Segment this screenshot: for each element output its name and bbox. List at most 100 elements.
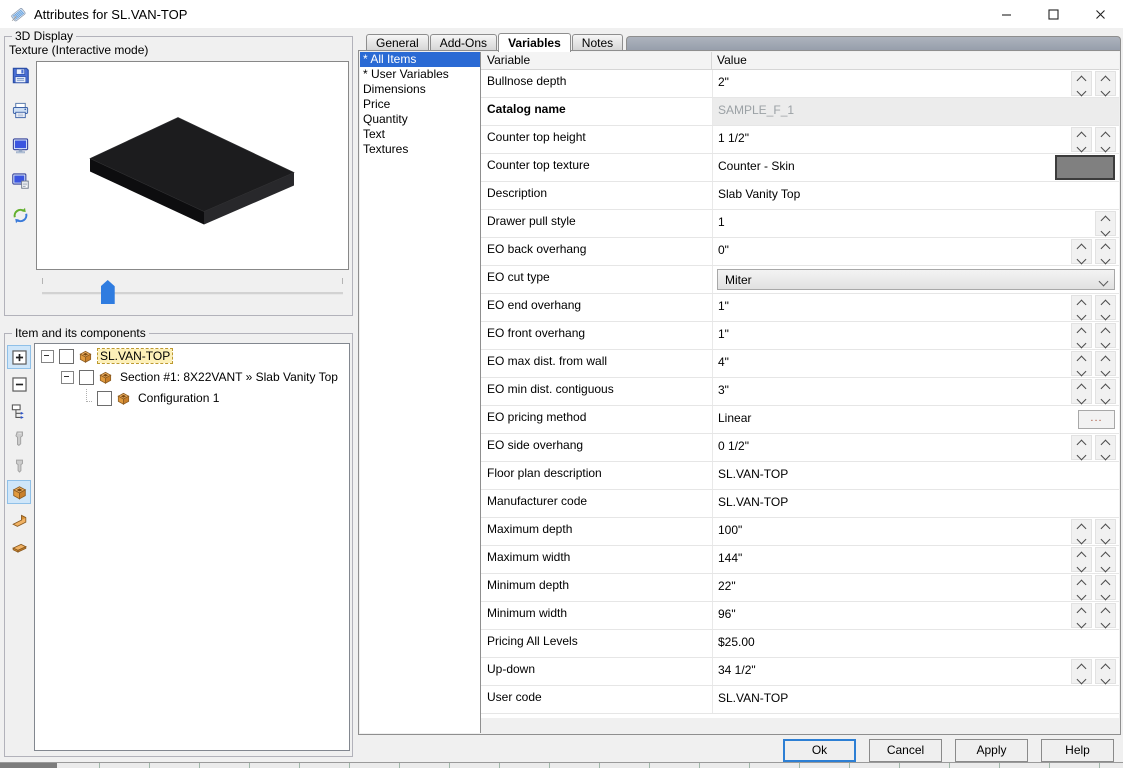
tree-checkbox[interactable] [59, 349, 74, 364]
stepper[interactable] [1095, 547, 1116, 572]
tree-node[interactable]: SL.VAN-TOP [35, 347, 349, 365]
stepper[interactable] [1071, 239, 1092, 264]
variable-name: Maximum depth [487, 522, 572, 536]
tab-general[interactable]: General [366, 34, 429, 51]
flat-panel-button[interactable] [7, 534, 31, 558]
value-field[interactable]: 144" [718, 551, 742, 565]
stepper[interactable] [1095, 295, 1116, 320]
stepper[interactable] [1071, 71, 1092, 96]
value-field[interactable]: 0" [718, 243, 729, 257]
stepper[interactable] [1095, 239, 1116, 264]
cube-button[interactable] [7, 480, 31, 504]
value-field[interactable]: SL.VAN-TOP [718, 495, 788, 509]
stepper[interactable] [1095, 659, 1116, 684]
tree-node-label[interactable]: Configuration 1 [136, 391, 221, 405]
bent-panel-button[interactable] [7, 507, 31, 531]
category-item[interactable]: Price [360, 97, 480, 112]
value-field[interactable]: Linear [718, 411, 751, 425]
value-field[interactable]: $25.00 [718, 635, 755, 649]
value-field[interactable]: 3" [718, 383, 729, 397]
category-item[interactable]: Textures [360, 142, 480, 157]
category-item[interactable]: * User Variables [360, 67, 480, 82]
value-field[interactable]: 22" [718, 579, 736, 593]
hierarchy-button[interactable] [7, 399, 31, 423]
table-row: EO min dist. contiguous3" [481, 378, 1119, 406]
minimize-button[interactable] [983, 0, 1029, 28]
close-button[interactable] [1077, 0, 1123, 28]
stepper[interactable] [1095, 71, 1116, 96]
value-field[interactable]: Counter - Skin [718, 159, 795, 173]
display-capture-button[interactable] [8, 168, 32, 192]
stepper[interactable] [1071, 519, 1092, 544]
value-dropdown[interactable]: Miter [717, 269, 1115, 290]
value-field[interactable]: 4" [718, 355, 729, 369]
category-item[interactable]: Dimensions [360, 82, 480, 97]
value-field[interactable]: 34 1/2" [718, 663, 756, 677]
value-field[interactable]: 1" [718, 327, 729, 341]
value-field[interactable]: 96" [718, 607, 736, 621]
collapse-toggle-icon[interactable] [41, 350, 54, 363]
expand-all-button[interactable] [7, 345, 31, 369]
stepper[interactable] [1095, 603, 1116, 628]
category-item[interactable]: * All Items [360, 52, 480, 67]
stepper[interactable] [1071, 379, 1092, 404]
3d-viewport[interactable] [36, 61, 349, 270]
stepper[interactable] [1095, 323, 1116, 348]
cancel-button[interactable]: Cancel [869, 739, 942, 762]
value-field[interactable]: SL.VAN-TOP [718, 467, 788, 481]
value-field[interactable]: 1" [718, 299, 729, 313]
apply-button[interactable]: Apply [955, 739, 1028, 762]
tab-add-ons[interactable]: Add-Ons [430, 34, 497, 51]
tab-variables[interactable]: Variables [498, 33, 571, 52]
value-field[interactable]: 0 1/2" [718, 439, 749, 453]
stepper[interactable] [1095, 127, 1116, 152]
collapse-all-button[interactable] [7, 372, 31, 396]
tree-node[interactable]: Section #1: 8X22VANT » Slab Vanity Top [35, 368, 349, 386]
tree-checkbox[interactable] [97, 391, 112, 406]
maximize-button[interactable] [1030, 0, 1076, 28]
stepper[interactable] [1095, 435, 1116, 460]
refresh-button[interactable] [8, 203, 32, 227]
category-item[interactable]: Text [360, 127, 480, 142]
ok-button[interactable]: Ok [783, 739, 856, 762]
variable-name: Minimum depth [487, 578, 569, 592]
slab-3d-model [37, 62, 348, 269]
save-button[interactable] [8, 63, 32, 87]
tree-checkbox[interactable] [79, 370, 94, 385]
value-field[interactable]: Slab Vanity Top [718, 187, 800, 201]
value-field[interactable]: 100" [718, 523, 742, 537]
stepper[interactable] [1071, 547, 1092, 572]
value-field[interactable]: 2" [718, 75, 729, 89]
tree-node-label[interactable]: SL.VAN-TOP [98, 349, 172, 363]
variable-name: Description [487, 186, 547, 200]
value-field[interactable]: SL.VAN-TOP [718, 691, 788, 705]
value-field[interactable]: 1 [718, 215, 725, 229]
display-button[interactable] [8, 133, 32, 157]
stepper[interactable] [1095, 379, 1116, 404]
slider-track[interactable] [42, 292, 343, 295]
stepper[interactable] [1071, 295, 1092, 320]
print-button[interactable] [8, 98, 32, 122]
category-item[interactable]: Quantity [360, 112, 480, 127]
collapse-toggle-icon[interactable] [61, 371, 74, 384]
stepper[interactable] [1071, 127, 1092, 152]
stepper[interactable] [1071, 323, 1092, 348]
stepper[interactable] [1095, 351, 1116, 376]
help-button[interactable]: Help [1041, 739, 1114, 762]
stepper[interactable] [1095, 519, 1116, 544]
texture-slider[interactable] [36, 275, 349, 311]
browse-ellipsis-button[interactable]: ... [1078, 410, 1115, 429]
stepper[interactable] [1071, 603, 1092, 628]
stepper[interactable] [1071, 435, 1092, 460]
stepper[interactable] [1071, 575, 1092, 600]
stepper[interactable] [1095, 575, 1116, 600]
tree-node[interactable]: Configuration 1 [35, 389, 349, 407]
stepper[interactable] [1071, 659, 1092, 684]
tree-node-label[interactable]: Section #1: 8X22VANT » Slab Vanity Top [118, 370, 340, 384]
slider-thumb[interactable] [101, 280, 115, 304]
stepper[interactable] [1095, 211, 1116, 236]
texture-swatch[interactable] [1055, 155, 1115, 180]
value-field[interactable]: 1 1/2" [718, 131, 749, 145]
tab-notes[interactable]: Notes [572, 34, 623, 51]
stepper[interactable] [1071, 351, 1092, 376]
